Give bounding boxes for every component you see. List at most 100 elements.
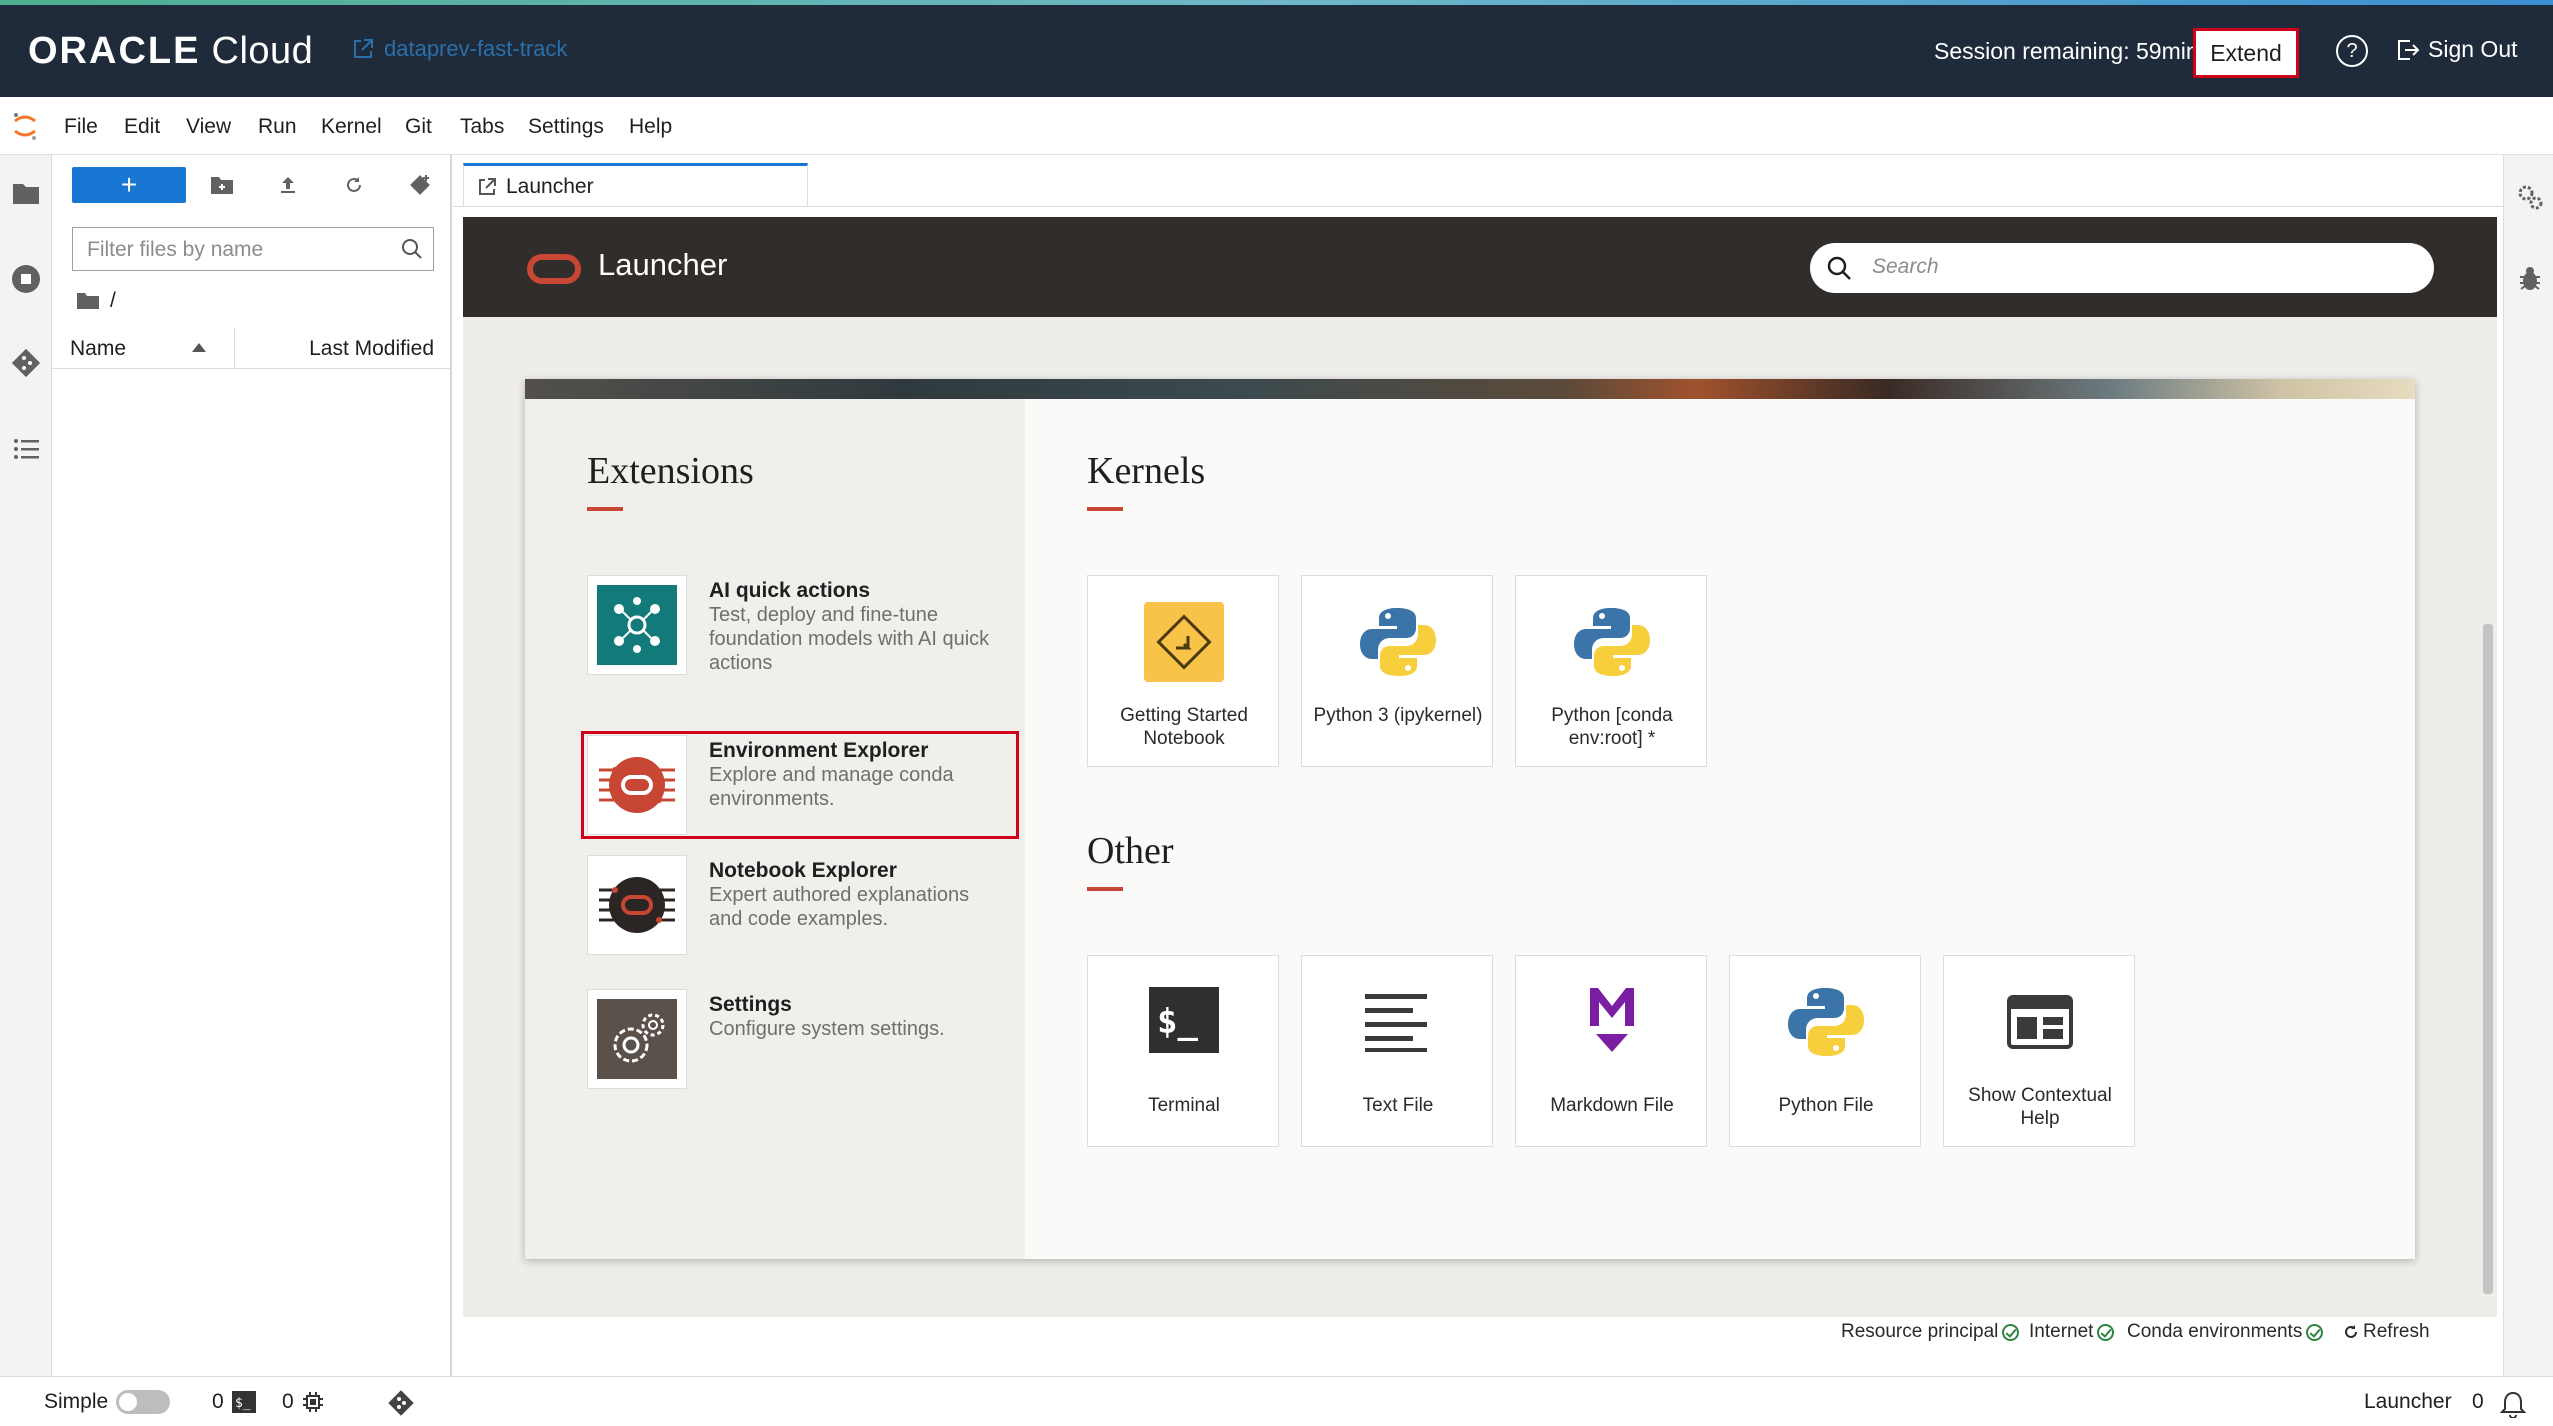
- menu-kernel[interactable]: Kernel: [321, 115, 382, 139]
- jupyter-logo-icon: [12, 111, 38, 141]
- svg-text:$_: $_: [1157, 1002, 1198, 1042]
- git-icon[interactable]: [10, 347, 42, 379]
- settings-gear-icon: [587, 989, 687, 1089]
- terminals-count-value: 0: [212, 1390, 224, 1413]
- kernel-python3[interactable]: Python 3 (ipykernel): [1301, 575, 1493, 767]
- other-heading: Other: [1087, 830, 1174, 872]
- other-python-file[interactable]: Python File: [1729, 955, 1921, 1147]
- oracle-logo-icon: [527, 254, 581, 284]
- text-file-icon: [1348, 972, 1448, 1072]
- terminals-count[interactable]: 0 $_: [212, 1390, 256, 1414]
- extensions-underline: [587, 507, 623, 511]
- search-placeholder: Search: [1872, 255, 1939, 278]
- sign-out-label: Sign Out: [2428, 36, 2518, 62]
- debugger-bug-icon[interactable]: [2518, 265, 2542, 293]
- check-circle-icon: [2097, 1323, 2115, 1341]
- launcher-title: Launcher: [598, 247, 728, 282]
- file-list-header: Name Last Modified: [52, 327, 450, 369]
- extend-session-button[interactable]: Extend: [2193, 28, 2299, 78]
- python-icon: [1776, 972, 1876, 1072]
- menu-file[interactable]: File: [64, 115, 98, 139]
- brand-oracle-text: ORACLE: [28, 30, 201, 72]
- python-icon: [1348, 592, 1448, 692]
- other-text-file[interactable]: Text File: [1301, 955, 1493, 1147]
- help-panel-icon: [1990, 972, 2090, 1072]
- toggle-switch[interactable]: [116, 1390, 171, 1414]
- main-work-area: Launcher Launcher Search Extensions AI q…: [453, 155, 2503, 1376]
- refresh-icon: [2343, 1324, 2359, 1340]
- sort-ascending-icon: [192, 343, 206, 352]
- column-last-modified[interactable]: Last Modified: [309, 337, 434, 361]
- launcher-search-input[interactable]: Search: [1810, 243, 2434, 293]
- environment-explorer-highlight: [581, 731, 1019, 839]
- sign-out-button[interactable]: Sign Out: [2396, 36, 2518, 63]
- oracle-cloud-logo: ORACLE Cloud: [28, 30, 313, 73]
- other-underline: [1087, 887, 1123, 891]
- filter-files-input[interactable]: Filter files by name: [72, 227, 434, 271]
- launcher-tab-icon: [478, 177, 496, 196]
- other-terminal[interactable]: $_ Terminal: [1087, 955, 1279, 1147]
- menu-view[interactable]: View: [186, 115, 231, 139]
- refresh-status-button[interactable]: Refresh: [2343, 1321, 2430, 1343]
- tile-label: Markdown File: [1550, 1095, 1674, 1116]
- extensions-heading: Extensions: [587, 450, 754, 492]
- kernels-count[interactable]: 0: [282, 1390, 324, 1414]
- sign-out-icon: [2396, 38, 2420, 62]
- tab-launcher[interactable]: Launcher: [463, 163, 808, 207]
- ext-desc: Expert authored explanations and code ex…: [709, 884, 970, 930]
- breadcrumb-root: /: [110, 289, 116, 312]
- kernel-python-conda-root[interactable]: Python [conda env:root] *: [1515, 575, 1707, 767]
- git-clone-icon[interactable]: [406, 171, 434, 199]
- breadcrumb[interactable]: /: [76, 289, 116, 313]
- launcher-card: Extensions AI quick actions Test, deploy…: [525, 379, 2415, 1259]
- upload-icon[interactable]: [274, 171, 302, 199]
- table-of-contents-icon[interactable]: [10, 433, 42, 465]
- kernel-chip-icon: [302, 1391, 324, 1413]
- new-launcher-button[interactable]: +: [72, 167, 186, 203]
- other-markdown-file[interactable]: Markdown File: [1515, 955, 1707, 1147]
- ext-notebook-explorer[interactable]: Notebook Explorer Expert authored explan…: [587, 855, 1017, 959]
- active-document-label: Launcher: [2364, 1390, 2452, 1413]
- notebook-explorer-icon: [587, 855, 687, 955]
- new-folder-icon[interactable]: [208, 171, 236, 199]
- ext-settings[interactable]: Settings Configure system settings.: [587, 989, 1017, 1093]
- right-sidebar: [2503, 155, 2553, 1376]
- launcher-status-row: Resource principal Internet Conda enviro…: [463, 1317, 2497, 1347]
- resource-principal-status: Resource principal: [1841, 1321, 2020, 1343]
- markdown-icon: [1562, 972, 1662, 1072]
- menu-edit[interactable]: Edit: [124, 115, 160, 139]
- launcher-header: Launcher Search: [463, 217, 2497, 317]
- kernel-getting-started[interactable]: Getting Started Notebook: [1087, 575, 1279, 767]
- other-contextual-help[interactable]: Show Contextual Help: [1943, 955, 2135, 1147]
- tile-label: Python [conda env:root] *: [1551, 705, 1673, 749]
- project-link-label: dataprev-fast-track: [384, 36, 568, 61]
- help-icon[interactable]: ?: [2336, 35, 2368, 67]
- column-name[interactable]: Name: [70, 337, 126, 361]
- git-status-icon[interactable]: [388, 1390, 414, 1416]
- brand-cloud-text: Cloud: [211, 30, 314, 72]
- ext-ai-quick-actions[interactable]: AI quick actions Test, deploy and fine-t…: [587, 575, 1017, 679]
- folder-icon[interactable]: [10, 177, 42, 209]
- project-link[interactable]: dataprev-fast-track: [352, 36, 567, 62]
- kernels-heading: Kernels: [1087, 450, 1206, 492]
- terminal-icon: $_: [1134, 972, 1234, 1072]
- tile-label: Getting Started Notebook: [1120, 705, 1248, 749]
- menu-tabs[interactable]: Tabs: [460, 115, 504, 139]
- tab-launcher-label: Launcher: [506, 174, 594, 198]
- property-inspector-icon[interactable]: [2516, 183, 2544, 211]
- folder-icon: [76, 292, 100, 310]
- menu-help[interactable]: Help: [629, 115, 672, 139]
- notification-bell-icon[interactable]: [2500, 1390, 2526, 1418]
- refresh-icon[interactable]: [340, 171, 368, 199]
- menu-git[interactable]: Git: [405, 115, 432, 139]
- python-icon: [1562, 592, 1662, 692]
- menu-settings[interactable]: Settings: [528, 115, 604, 139]
- menu-run[interactable]: Run: [258, 115, 297, 139]
- simple-mode-toggle[interactable]: Simple: [44, 1390, 171, 1414]
- tile-label: Show Contextual Help: [1968, 1085, 2112, 1129]
- check-circle-icon: [2306, 1323, 2324, 1341]
- launcher-scrollbar[interactable]: [2483, 624, 2493, 1294]
- top-accent-stripe: [0, 0, 2553, 5]
- column-divider: [234, 327, 235, 369]
- running-sessions-icon[interactable]: [10, 263, 42, 295]
